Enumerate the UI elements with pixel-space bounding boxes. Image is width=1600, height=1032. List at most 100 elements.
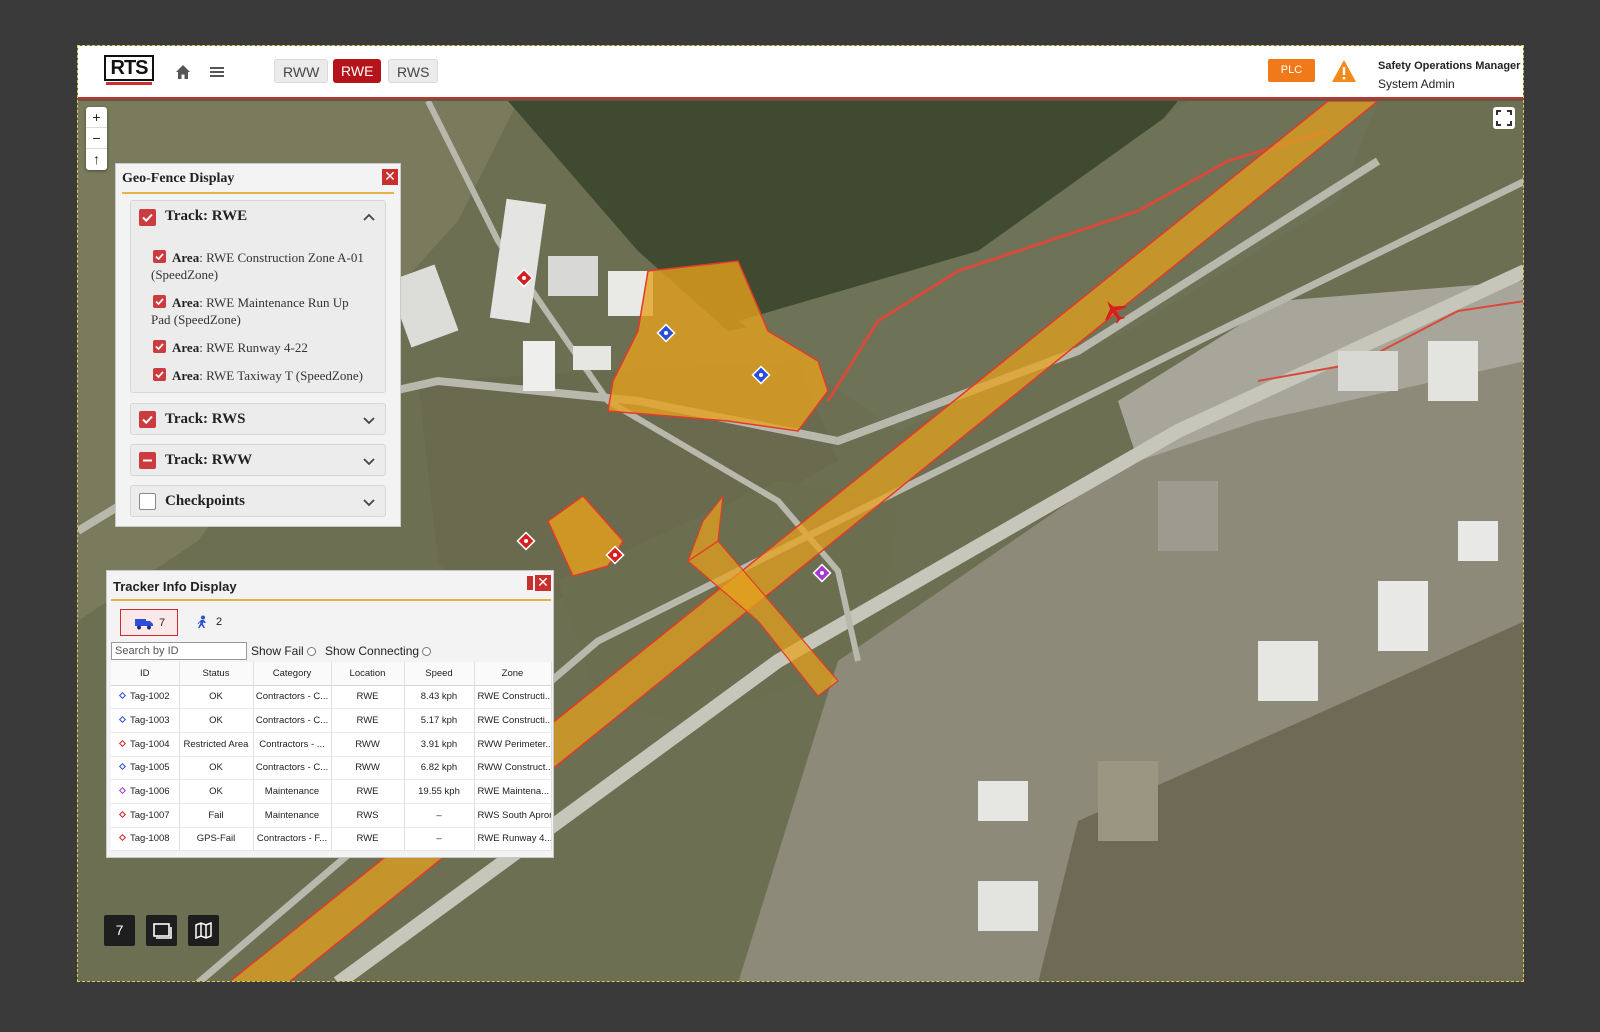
show-connecting-radio[interactable]: [422, 647, 432, 656]
search-input[interactable]: [111, 642, 247, 660]
show-fail-toggle[interactable]: Show Fail: [251, 644, 316, 658]
cell-id: Tag-1004: [111, 732, 180, 757]
tag-marker-icon: [118, 715, 126, 724]
tag-marker-icon: [118, 739, 126, 747]
chevron-down-icon[interactable]: [362, 454, 376, 468]
column-header-zone[interactable]: Zone: [474, 662, 552, 686]
checkpoints-label: Checkpoints: [165, 493, 246, 509]
show-fail-radio[interactable]: [306, 647, 316, 656]
cell-location: RWE: [331, 827, 405, 852]
cell-status: OK: [179, 708, 254, 733]
table-row[interactable]: Tag-1004 Restricted Area Contractors - ...…: [111, 732, 552, 757]
tag-marker-icon: [118, 692, 126, 700]
cell-category: Contractors - C...: [253, 685, 332, 710]
tab-rws[interactable]: RWS: [388, 59, 439, 83]
table-row[interactable]: Tag-1002 OK Contractors - C... RWE 8.43 kph R…: [111, 685, 552, 710]
table-row[interactable]: Tag-1005 OK Contractors - C... RWW 6.82 kph R…: [111, 756, 552, 781]
show-connecting-toggle[interactable]: Show Connecting: [325, 644, 432, 658]
layers-button[interactable]: [146, 915, 177, 946]
cell-speed: 5.17 kph: [404, 708, 475, 733]
cell-status: Restricted Area: [179, 732, 254, 757]
fullscreen-icon[interactable]: [1493, 107, 1515, 129]
area-item[interactable]: Area: RWE Maintenance Run Up Pad (SpeedZ…: [151, 294, 387, 328]
cell-status: OK: [179, 756, 254, 781]
area-label: Area: RWE Construction Zone A-01 (SpeedZ…: [151, 250, 364, 282]
zoom-control: + − ↑: [86, 107, 107, 170]
track-header-rww[interactable]: Track: RWW: [131, 445, 385, 477]
tag-id: Tag-1002: [129, 691, 170, 703]
reset-north-button[interactable]: ↑: [86, 149, 107, 170]
track-group-rww[interactable]: Track: RWW: [130, 444, 386, 476]
user-role: System Admin: [1378, 77, 1455, 91]
track-header-checkpoints[interactable]: Checkpoints: [131, 486, 385, 518]
tag-marker-icon: [118, 787, 126, 795]
column-header-status[interactable]: Status: [179, 662, 254, 686]
tab-rwe[interactable]: RWE: [333, 59, 382, 83]
plc-button[interactable]: PLC: [1268, 59, 1315, 82]
warning-icon[interactable]: [1330, 58, 1358, 84]
area-item[interactable]: Area: RWE Taxiway T (SpeedZone): [151, 367, 387, 384]
table-row[interactable]: Tag-1008 GPS-Fail Contractors - F... RWE – RW…: [111, 827, 552, 852]
map-icon: [195, 921, 212, 940]
logo-text: RTS: [104, 55, 154, 81]
cell-location: RWW: [331, 756, 405, 781]
cell-location: RWE: [331, 779, 405, 804]
tag-marker-icon: [118, 834, 126, 842]
cell-zone: RWE Constructi...: [474, 708, 552, 733]
track-group-rws[interactable]: Track: RWS: [130, 403, 386, 435]
tab-rww[interactable]: RWW: [274, 59, 329, 83]
cell-id: Tag-1005: [111, 756, 180, 781]
column-header-speed[interactable]: Speed: [404, 662, 475, 686]
geofence-close-button[interactable]: ✕: [382, 169, 398, 185]
pin-icon[interactable]: [527, 576, 533, 590]
tracker-close-button[interactable]: ✕: [535, 575, 551, 591]
track-rwe-checkbox[interactable]: [139, 209, 156, 226]
zoom-out-button[interactable]: −: [86, 128, 107, 149]
column-header-location[interactable]: Location: [331, 662, 405, 686]
cell-speed: 3.91 kph: [404, 732, 475, 757]
area-label: Area: RWE Maintenance Run Up Pad (SpeedZ…: [151, 295, 349, 327]
chevron-down-icon[interactable]: [362, 413, 376, 427]
track-header-rwe[interactable]: Track: RWE: [131, 201, 385, 233]
table-row[interactable]: Tag-1007 Fail Maintenance RWS – RWS South Apr…: [111, 803, 552, 828]
track-rww-checkbox[interactable]: [139, 452, 156, 469]
map-button[interactable]: [188, 915, 219, 946]
track-rws-checkbox[interactable]: [139, 411, 156, 428]
chevron-up-icon[interactable]: [362, 210, 376, 224]
chevron-down-icon[interactable]: [362, 495, 376, 509]
cell-zone: RWW Construct...: [474, 756, 552, 781]
cell-status: Fail: [179, 803, 254, 828]
tag-id: Tag-1005: [129, 762, 170, 774]
building: [978, 881, 1038, 931]
track-rwe-label: Track: RWE: [165, 208, 248, 224]
track-group-rwe[interactable]: Track: RWE Area: RWE Construction Zone A…: [130, 200, 386, 393]
building: [1428, 341, 1478, 401]
cell-location: RWE: [331, 708, 405, 733]
cell-speed: 19.55 kph: [404, 779, 475, 804]
area-item[interactable]: Area: RWE Runway 4-22: [151, 339, 387, 356]
tag-marker-icon: [118, 763, 126, 771]
vehicle-tab[interactable]: 7: [120, 609, 178, 636]
cell-zone: RWE Runway 4...: [474, 827, 552, 852]
building: [1338, 351, 1398, 391]
person-tab[interactable]: 2: [187, 609, 237, 636]
checkpoints-checkbox[interactable]: [139, 493, 156, 510]
column-header-id[interactable]: ID: [111, 662, 180, 686]
user-title[interactable]: Safety Operations Manager: [1378, 60, 1520, 72]
track-group-checkpoints[interactable]: Checkpoints: [130, 485, 386, 517]
column-header-category[interactable]: Category: [253, 662, 332, 686]
building: [978, 781, 1028, 821]
building: [1158, 481, 1218, 551]
area-label: Area: RWE Taxiway T (SpeedZone): [172, 368, 363, 383]
table-row[interactable]: Tag-1006 OK Maintenance RWE 19.55 kph RWE Mai…: [111, 779, 552, 804]
area-item[interactable]: Area: RWE Construction Zone A-01 (SpeedZ…: [151, 249, 387, 283]
track-header-rws[interactable]: Track: RWS: [131, 404, 385, 436]
zoom-in-button[interactable]: +: [86, 107, 107, 128]
cell-zone: RWE Constructi...: [474, 685, 552, 710]
tracker-count-button[interactable]: 7: [104, 915, 135, 946]
tracker-table-body: Tag-1002 OK Contractors - C... RWE 8.43 kph R…: [111, 685, 552, 852]
cell-id: Tag-1008: [111, 827, 180, 852]
table-row[interactable]: Tag-1003 OK Contractors - C... RWE 5.17 kph R…: [111, 708, 552, 733]
menu-icon[interactable]: [206, 61, 228, 83]
home-icon[interactable]: [172, 61, 194, 83]
